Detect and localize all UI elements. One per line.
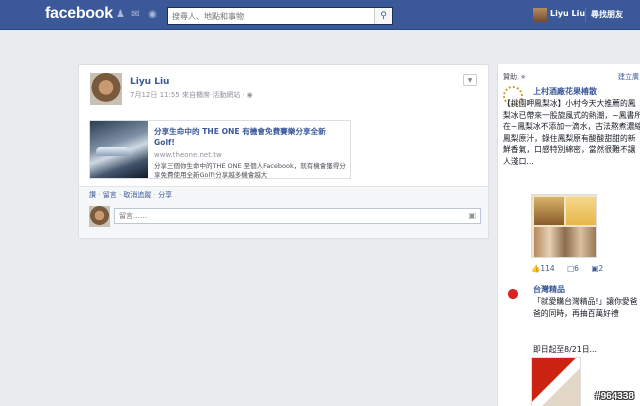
search-icon[interactable]: ⚲ bbox=[374, 8, 392, 24]
watermark: #964338 bbox=[595, 391, 634, 402]
megaphone-icon: ★ bbox=[520, 73, 527, 81]
attachment-domain: www.theone.net.tw bbox=[154, 151, 222, 159]
search-input[interactable] bbox=[168, 8, 373, 24]
user-name-link[interactable]: Liyu Liu bbox=[550, 9, 585, 18]
news-feed-story: Liyu Liu 7月12日 11:55 來自櫃席·活動網站 · ◉ ▼ 分享生命… bbox=[78, 64, 489, 239]
sponsored-header: 贊助 ★ bbox=[503, 72, 526, 82]
globe-icon: ◉ bbox=[246, 91, 253, 99]
ad-image[interactable] bbox=[531, 194, 597, 258]
ad-image-tile bbox=[534, 227, 596, 257]
sponsored-label: 贊助 bbox=[503, 73, 517, 81]
author-avatar[interactable] bbox=[90, 73, 122, 105]
commenter-avatar bbox=[89, 206, 110, 227]
attachment-thumbnail[interactable] bbox=[90, 121, 148, 178]
ad-date-text: 即日起至8/21日... bbox=[533, 345, 597, 354]
separator: · bbox=[98, 191, 101, 199]
comment-box: ▣ bbox=[114, 208, 481, 224]
like-count-value: 114 bbox=[540, 264, 555, 273]
attachment-description: 分享三個你生命中的THE ONE 至個人Facebook，就有機會獲得分享免費使… bbox=[154, 162, 346, 178]
author-name-link[interactable]: Liyu Liu bbox=[130, 77, 169, 87]
link-attachment[interactable]: 分享生命中的 THE ONE 有機會免費賽樂分享全新 Golf! www.the… bbox=[89, 120, 351, 179]
comment-link[interactable]: 留言 bbox=[103, 191, 117, 199]
ad-image[interactable] bbox=[531, 357, 581, 406]
separator: · bbox=[118, 191, 122, 199]
story-actions-area: 讚 · 留言 · 取消追蹤 · 分享 ▣ bbox=[79, 186, 488, 238]
story-options-chevron-icon[interactable]: ▼ bbox=[463, 74, 477, 86]
facebook-logo[interactable]: facebook bbox=[45, 5, 113, 23]
like-count[interactable]: 👍114 bbox=[531, 264, 560, 273]
camera-icon[interactable]: ▣ bbox=[468, 211, 476, 220]
right-sidebar: 贊助 ★ 建立廣 上村酒廠花果椿散 【挑園呷鳳梨冰】小村今天大推薦的鳳梨冰已帶來一… bbox=[497, 64, 640, 406]
friend-requests-icon[interactable]: ♟ bbox=[115, 10, 126, 20]
share-count[interactable]: ▣2 bbox=[591, 264, 608, 273]
advertiser-logo[interactable] bbox=[503, 284, 523, 304]
notifications-icon[interactable]: ◉ bbox=[147, 10, 158, 20]
ad-title[interactable]: 上村酒廠花果椿散 bbox=[533, 86, 597, 97]
create-ad-link[interactable]: 建立廣 bbox=[618, 72, 639, 82]
find-friends-link[interactable]: 尋找朋友 bbox=[591, 9, 623, 20]
separator: · bbox=[153, 191, 156, 199]
ad-body: 【挑園呷鳳梨冰】小村今天大推薦的鳳梨冰已帶來一股旋風式的熱潮，~鳳書所在~鳳梨冰… bbox=[503, 99, 640, 166]
ad-image-tile bbox=[534, 197, 564, 225]
ad-title[interactable]: 台灣精品 bbox=[533, 284, 565, 295]
ad-social-stats: 👍114 □6 ▣2 bbox=[531, 264, 613, 273]
divider bbox=[585, 8, 586, 22]
like-link[interactable]: 讚 bbox=[89, 191, 96, 199]
user-avatar[interactable] bbox=[533, 8, 547, 22]
share-count-value: 2 bbox=[598, 264, 604, 273]
unfollow-link[interactable]: 取消追蹤 bbox=[123, 191, 151, 199]
post-metadata: 7月12日 11:55 來自櫃席·活動網站 · ◉ bbox=[130, 90, 253, 100]
comment-input[interactable] bbox=[115, 209, 455, 223]
share-link[interactable]: 分享 bbox=[158, 191, 172, 199]
search-box: ⚲ bbox=[167, 7, 393, 25]
top-navigation-bar: facebook ♟ ✉ ◉ ⚲ Liyu Liu 尋找朋友 bbox=[0, 0, 640, 30]
attachment-title[interactable]: 分享生命中的 THE ONE 有機會免費賽樂分享全新 Golf! bbox=[154, 126, 349, 148]
ad-body: 「就愛購台灣精品!」讓你愛爸爸的同時，再抽百萬好禮 bbox=[533, 297, 638, 318]
comment-count[interactable]: □6 bbox=[567, 264, 584, 273]
messages-icon[interactable]: ✉ bbox=[130, 10, 141, 20]
post-timestamp[interactable]: 7月12日 11:55 來自櫃席·活動網站 · bbox=[130, 91, 245, 99]
comment-count-value: 6 bbox=[574, 264, 579, 273]
ad-image-tile bbox=[566, 197, 596, 225]
action-links: 讚 · 留言 · 取消追蹤 · 分享 bbox=[89, 190, 172, 200]
